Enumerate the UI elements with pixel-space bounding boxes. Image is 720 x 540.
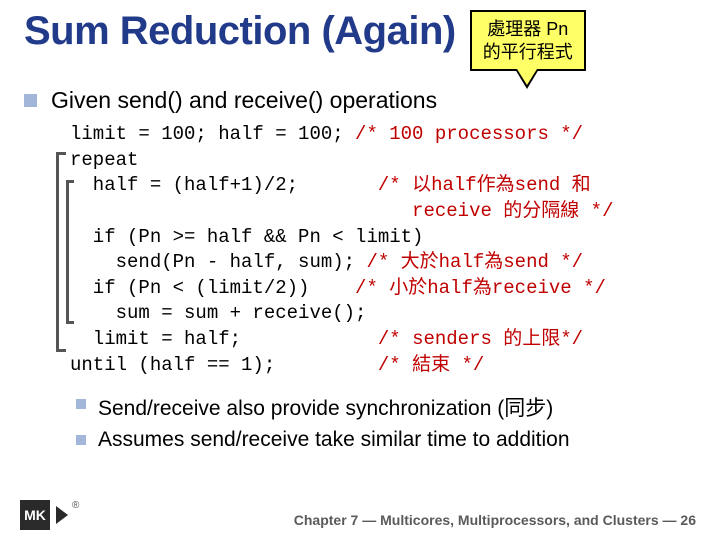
code-l3a: half = (half+1)/2; bbox=[70, 174, 378, 196]
code-text: limit = 100; half = 100; /* 100 processo… bbox=[70, 122, 696, 378]
logo-badge: MK bbox=[20, 500, 50, 530]
code-l3-comment: /* 以half作為send 和 bbox=[378, 174, 591, 196]
code-l1-comment: /* 100 processors */ bbox=[355, 123, 583, 145]
sub-bullet-1-text: Send/receive also provide synchronizatio… bbox=[98, 392, 553, 422]
footer-chapter-title: Multicores, Multiprocessors, and Cluster… bbox=[380, 512, 659, 528]
slide-title: Sum Reduction (Again) bbox=[24, 10, 456, 52]
sub-bullet-2: Assumes send/receive take similar time t… bbox=[76, 428, 696, 452]
code-l5: if (Pn >= half && Pn < limit) bbox=[70, 226, 423, 248]
callout-line-2: 的平行程式 bbox=[482, 41, 574, 64]
code-l4-comment: receive 的分隔線 */ bbox=[70, 200, 613, 222]
title-row: Sum Reduction (Again) 處理器 Pn 的平行程式 bbox=[24, 10, 696, 71]
bracket-outer-icon bbox=[56, 152, 66, 352]
publisher-logo: MK ® bbox=[20, 500, 79, 530]
bullet-lead-text: Given send() and receive() operations bbox=[51, 87, 437, 114]
code-l6-comment: /* 大於half為send */ bbox=[366, 251, 583, 273]
code-l9-comment: /* senders 的上限*/ bbox=[378, 328, 583, 350]
callout-box: 處理器 Pn 的平行程式 bbox=[470, 10, 586, 71]
bullet-lead: Given send() and receive() operations bbox=[24, 87, 696, 114]
footer-page-num: 26 bbox=[680, 512, 696, 528]
bullet-square-icon bbox=[76, 399, 86, 409]
code-l10a: until (half == 1); bbox=[70, 354, 378, 376]
slide: Sum Reduction (Again) 處理器 Pn 的平行程式 Given… bbox=[0, 0, 720, 540]
sub-bullet-1: Send/receive also provide synchronizatio… bbox=[76, 392, 696, 422]
code-l1a: limit = 100; half = 100; bbox=[70, 123, 355, 145]
code-block: limit = 100; half = 100; /* 100 processo… bbox=[70, 122, 696, 378]
bullet-square-icon bbox=[76, 435, 86, 445]
code-l6a: send(Pn - half, sum); bbox=[70, 251, 366, 273]
footer-chapter-prefix: Chapter 7 — bbox=[294, 512, 380, 528]
footer-page-sep: — bbox=[659, 512, 681, 528]
code-l9a: limit = half; bbox=[70, 328, 378, 350]
sub-bullet-2-text: Assumes send/receive take similar time t… bbox=[98, 428, 570, 452]
slide-body: Given send() and receive() operations li… bbox=[24, 87, 696, 452]
bullet-square-icon bbox=[24, 94, 37, 107]
footer: Chapter 7 — Multicores, Multiprocessors,… bbox=[294, 512, 696, 528]
code-l8: sum = sum + receive(); bbox=[70, 302, 366, 324]
code-l7a: if (Pn < (limit/2)) bbox=[70, 277, 355, 299]
chevron-right-icon bbox=[56, 506, 68, 524]
code-l10-comment: /* 結束 */ bbox=[378, 354, 484, 376]
registered-mark-icon: ® bbox=[72, 500, 79, 511]
callout-line-1: 處理器 Pn bbox=[482, 18, 574, 41]
bracket-inner-icon bbox=[66, 180, 74, 324]
sub-bullet-list: Send/receive also provide synchronizatio… bbox=[76, 392, 696, 452]
code-l2: repeat bbox=[70, 149, 138, 171]
code-l7-comment: /* 小於half為receive */ bbox=[355, 277, 606, 299]
